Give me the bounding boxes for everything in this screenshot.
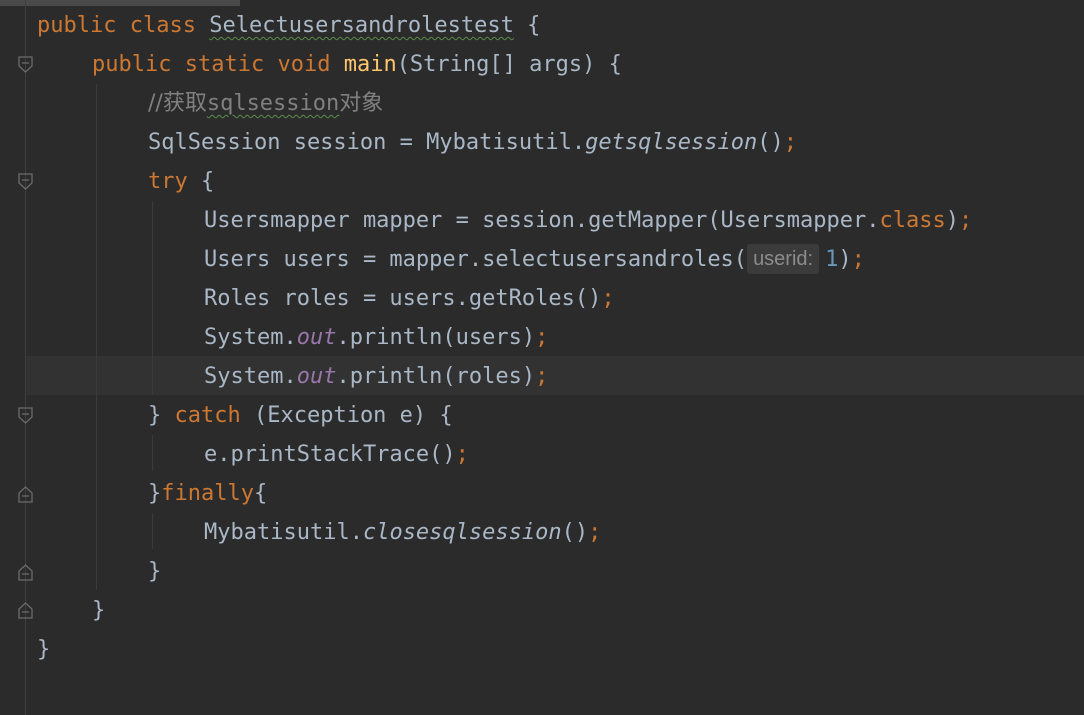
fold-close-icon[interactable]: [17, 600, 34, 620]
keyword: class: [129, 13, 196, 38]
code-line-17[interactable]: }: [37, 630, 50, 669]
keyword: public: [92, 52, 172, 77]
code-editor[interactable]: public class Selectusersandrolestest { p…: [0, 0, 1084, 715]
code-line-2[interactable]: public static void main(String[] args) {: [92, 45, 622, 84]
code-text: System.: [204, 325, 297, 350]
brace: }: [37, 637, 51, 662]
code-text: }: [148, 403, 175, 428]
code-line-11[interactable]: } catch (Exception e) {: [148, 396, 453, 435]
keyword: catch: [174, 403, 241, 428]
code-text: Roles roles = users.getRoles(): [204, 286, 602, 311]
static-field: out: [296, 364, 337, 389]
code-text: }: [148, 481, 162, 506]
semicolon: ;: [601, 286, 615, 311]
semicolon: ;: [535, 325, 549, 350]
indent-guide: [96, 84, 97, 590]
method-name: main: [343, 52, 397, 77]
code-line-4[interactable]: SqlSession session = Mybatisutil.getsqls…: [148, 123, 797, 162]
brace: }: [92, 598, 106, 623]
code-text: (): [757, 130, 784, 155]
code-line-16[interactable]: }: [92, 591, 105, 630]
code-text: ): [838, 247, 852, 272]
code-line-5[interactable]: try {: [148, 162, 214, 201]
code-line-8[interactable]: Roles roles = users.getRoles();: [204, 279, 615, 318]
indent-guide: [152, 201, 153, 395]
code-line-14[interactable]: Mybatisutil.closesqlsession();: [204, 513, 601, 552]
code-line-1[interactable]: public class Selectusersandrolestest {: [37, 6, 540, 45]
static-method: closesqlsession: [362, 520, 562, 545]
semicolon: ;: [783, 130, 798, 155]
number-literal: 1: [825, 247, 839, 272]
comment-text: 对象: [339, 91, 384, 116]
fold-open-icon[interactable]: [17, 172, 34, 192]
static-method: getsqlsession: [585, 130, 758, 155]
comment-word: sqlsession: [206, 91, 340, 116]
keyword: public: [37, 13, 117, 38]
brace: {: [527, 13, 541, 38]
semicolon: ;: [851, 247, 865, 272]
code-text: System.: [204, 364, 297, 389]
static-field: out: [296, 325, 337, 350]
code-line-15[interactable]: }: [148, 552, 161, 591]
code-line-13[interactable]: }finally{: [148, 474, 267, 513]
keyword: class: [879, 208, 946, 233]
brace: }: [148, 559, 162, 584]
fold-open-icon[interactable]: [17, 55, 34, 75]
keyword: static: [184, 52, 265, 77]
code-text: .println(roles): [336, 364, 536, 389]
keyword: try: [148, 169, 188, 194]
code-text: Usersmapper mapper = session.getMapper(U…: [204, 208, 880, 233]
indent-guide: [152, 513, 153, 549]
semicolon: ;: [535, 364, 549, 389]
fold-close-icon[interactable]: [17, 484, 34, 504]
semicolon: ;: [455, 442, 469, 467]
code-line-12[interactable]: e.printStackTrace();: [204, 435, 469, 474]
code-text: (Exception e) {: [240, 403, 453, 428]
current-line-highlight: [26, 356, 1084, 395]
code-line-9[interactable]: System.out.println(users);: [204, 318, 548, 357]
comment-text: //获取: [148, 91, 207, 116]
code-text: {: [253, 481, 268, 506]
fold-open-icon[interactable]: [17, 406, 34, 426]
keyword: void: [277, 52, 331, 77]
code-line-7[interactable]: Users users = mapper.selectusersandroles…: [204, 240, 865, 279]
code-text: e.printStackTrace(): [204, 442, 456, 467]
params: (String[] args) {: [396, 52, 622, 77]
fold-close-icon[interactable]: [17, 562, 34, 582]
keyword: finally: [161, 481, 254, 506]
code-text: Mybatisutil.: [204, 520, 363, 545]
indent-guide: [152, 435, 153, 471]
semicolon: ;: [588, 520, 602, 545]
code-text: ): [945, 208, 959, 233]
code-line-6[interactable]: Usersmapper mapper = session.getMapper(U…: [204, 201, 972, 240]
code-text: SqlSession session = Mybatisutil.: [148, 130, 586, 155]
semicolon: ;: [959, 208, 973, 233]
code-text: (): [561, 520, 589, 545]
parameter-hint: userid:: [747, 244, 820, 274]
brace: {: [201, 169, 215, 194]
code-line-3[interactable]: //获取sqlsession对象: [148, 84, 383, 123]
code-line-10[interactable]: System.out.println(roles);: [204, 357, 548, 396]
code-text: .println(users): [336, 325, 536, 350]
code-text: Users users = mapper.selectusersandroles…: [204, 247, 748, 272]
class-name: Selectusersandrolestest: [209, 13, 514, 38]
